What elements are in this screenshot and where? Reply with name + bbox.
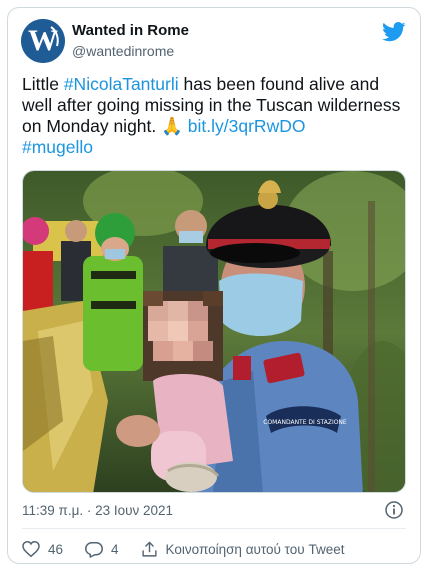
- pixelated-child-face: [143, 291, 223, 381]
- rescue-photo: COMANDANTE DI STAZIONE: [23, 171, 405, 492]
- tweet-timestamp[interactable]: 11:39 π.μ. · 23 Ιουν 2021: [22, 503, 173, 518]
- tweet-text: Little #NicolaTanturli has been found al…: [22, 74, 412, 158]
- share-label: Κοινοποίηση αυτού του Tweet: [165, 541, 345, 557]
- info-icon[interactable]: [384, 500, 404, 520]
- heart-icon: [22, 541, 40, 557]
- twitter-bird-icon[interactable]: [382, 22, 406, 42]
- display-name[interactable]: Wanted in Rome: [72, 22, 189, 39]
- tweet-card[interactable]: W Wanted in Rome @wantedinrome Little #N…: [7, 7, 421, 564]
- comandante-patch-text: COMANDANTE DI STAZIONE: [263, 419, 347, 426]
- share-button[interactable]: Κοινοποίηση αυτού του Tweet: [141, 541, 345, 558]
- tweet-text-part: Little: [22, 74, 64, 94]
- wanted-in-rome-logo: W: [21, 19, 65, 63]
- tweet-link[interactable]: bit.ly/3qrRwDO: [188, 116, 306, 136]
- pray-emoji: 🙏: [161, 116, 183, 136]
- reply-bubble-icon: [85, 541, 104, 558]
- reply-button[interactable]: 4: [85, 541, 119, 558]
- avatar[interactable]: W: [21, 19, 65, 63]
- reply-count: 4: [111, 541, 119, 557]
- tweet-photo[interactable]: COMANDANTE DI STAZIONE: [22, 170, 406, 493]
- user-handle[interactable]: @wantedinrome: [72, 43, 174, 59]
- tweet-actions: 46 4 Κοινοποίηση αυτού του Tweet: [22, 538, 366, 560]
- share-icon: [141, 541, 157, 557]
- divider: [22, 528, 406, 529]
- like-button[interactable]: 46: [22, 541, 63, 557]
- hashtag-mugello[interactable]: #mugello: [22, 137, 93, 157]
- like-count: 46: [48, 541, 64, 557]
- hashtag-nicolatanturli[interactable]: #NicolaTanturli: [64, 74, 179, 94]
